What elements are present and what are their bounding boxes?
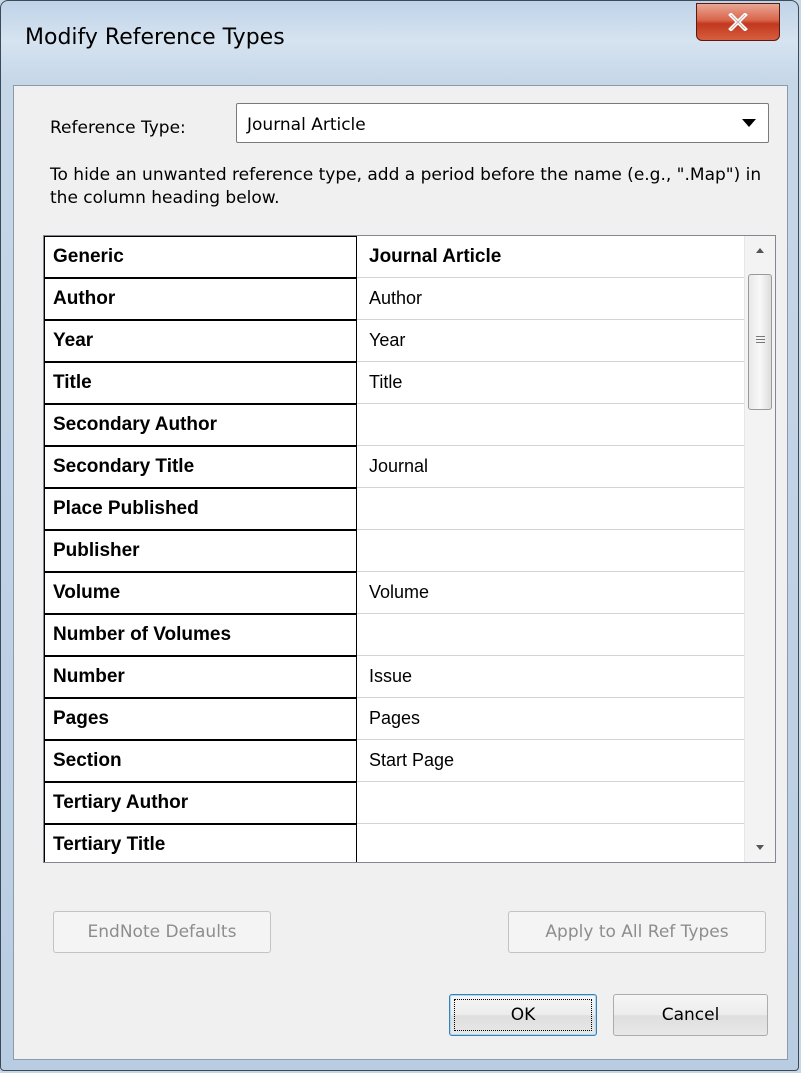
- dialog-client-area: Reference Type: Journal Article To hide …: [13, 85, 788, 1060]
- field-name-cell: Year: [44, 320, 357, 362]
- apply-to-all-button[interactable]: Apply to All Ref Types: [508, 911, 766, 953]
- scroll-down-arrow-icon: [756, 845, 764, 850]
- instructions-text: To hide an unwanted reference type, add …: [50, 165, 762, 208]
- scroll-up-arrow-icon: [756, 248, 764, 253]
- field-value-cell[interactable]: Year: [357, 320, 744, 362]
- field-value-cell[interactable]: Issue: [357, 656, 744, 698]
- field-name-cell: Pages: [44, 698, 357, 740]
- table-row: Number of Volumes: [44, 614, 744, 656]
- table-row: Publisher: [44, 530, 744, 572]
- cancel-button[interactable]: Cancel: [613, 994, 768, 1036]
- field-value-cell[interactable]: [357, 404, 744, 446]
- table-row: Secondary Author: [44, 404, 744, 446]
- column-heading-cell[interactable]: Journal Article: [357, 236, 744, 278]
- field-value-cell[interactable]: [357, 530, 744, 572]
- dialog-title: Modify Reference Types: [25, 25, 285, 50]
- field-value-cell[interactable]: Title: [357, 362, 744, 404]
- grip-line: [756, 339, 765, 340]
- ok-button-label: OK: [510, 1005, 536, 1025]
- scroll-thumb[interactable]: [748, 274, 772, 410]
- reference-type-label: Reference Type:: [50, 118, 186, 138]
- field-name-cell: Tertiary Author: [44, 782, 357, 824]
- table-row: Title Title: [44, 362, 744, 404]
- table-row: Pages Pages: [44, 698, 744, 740]
- modify-reference-types-dialog: Modify Reference Types Reference Type: J…: [0, 0, 799, 1071]
- scroll-down-button[interactable]: [745, 832, 775, 862]
- endnote-defaults-button[interactable]: EndNote Defaults: [53, 911, 271, 953]
- table-row: Secondary Title Journal: [44, 446, 744, 488]
- field-value-cell[interactable]: Volume: [357, 572, 744, 614]
- table-row: Author Author: [44, 278, 744, 320]
- field-name-cell: Number: [44, 656, 357, 698]
- field-name-cell: Generic: [44, 236, 357, 278]
- table-row: Place Published: [44, 488, 744, 530]
- scroll-up-button[interactable]: [745, 236, 775, 266]
- table-row: Tertiary Author: [44, 782, 744, 824]
- field-value-cell[interactable]: [357, 782, 744, 824]
- close-x-icon: [728, 13, 748, 31]
- field-name-cell: Place Published: [44, 488, 357, 530]
- field-value-cell[interactable]: [357, 824, 744, 862]
- field-name-cell: Tertiary Title: [44, 824, 357, 862]
- table-row: Section Start Page: [44, 740, 744, 782]
- close-button[interactable]: [696, 3, 780, 41]
- title-bar[interactable]: Modify Reference Types: [1, 1, 798, 85]
- field-value-cell[interactable]: [357, 614, 744, 656]
- field-grid: Generic Journal Article Author Author Year Ye…: [43, 235, 776, 863]
- field-name-cell: Volume: [44, 572, 357, 614]
- field-name-cell: Section: [44, 740, 357, 782]
- dropdown-arrow-icon[interactable]: [742, 119, 756, 127]
- reference-type-value: Journal Article: [247, 115, 366, 135]
- field-name-cell: Secondary Title: [44, 446, 357, 488]
- table-row: Number Issue: [44, 656, 744, 698]
- table-row: Volume Volume: [44, 572, 744, 614]
- field-name-cell: Author: [44, 278, 357, 320]
- grip-line: [756, 342, 765, 343]
- grip-line: [756, 336, 765, 337]
- field-name-cell: Number of Volumes: [44, 614, 357, 656]
- reference-type-dropdown[interactable]: Journal Article: [236, 103, 769, 143]
- field-value-cell[interactable]: Author: [357, 278, 744, 320]
- table-row: Tertiary Title: [44, 824, 744, 862]
- table-row: Generic Journal Article: [44, 236, 744, 278]
- field-value-cell[interactable]: Start Page: [357, 740, 744, 782]
- field-value-cell[interactable]: Journal: [357, 446, 744, 488]
- field-name-cell: Publisher: [44, 530, 357, 572]
- ok-button[interactable]: OK: [449, 994, 597, 1036]
- field-name-cell: Secondary Author: [44, 404, 357, 446]
- vertical-scrollbar[interactable]: [744, 236, 775, 862]
- field-value-cell[interactable]: Pages: [357, 698, 744, 740]
- table-row: Year Year: [44, 320, 744, 362]
- field-name-cell: Title: [44, 362, 357, 404]
- field-value-cell[interactable]: [357, 488, 744, 530]
